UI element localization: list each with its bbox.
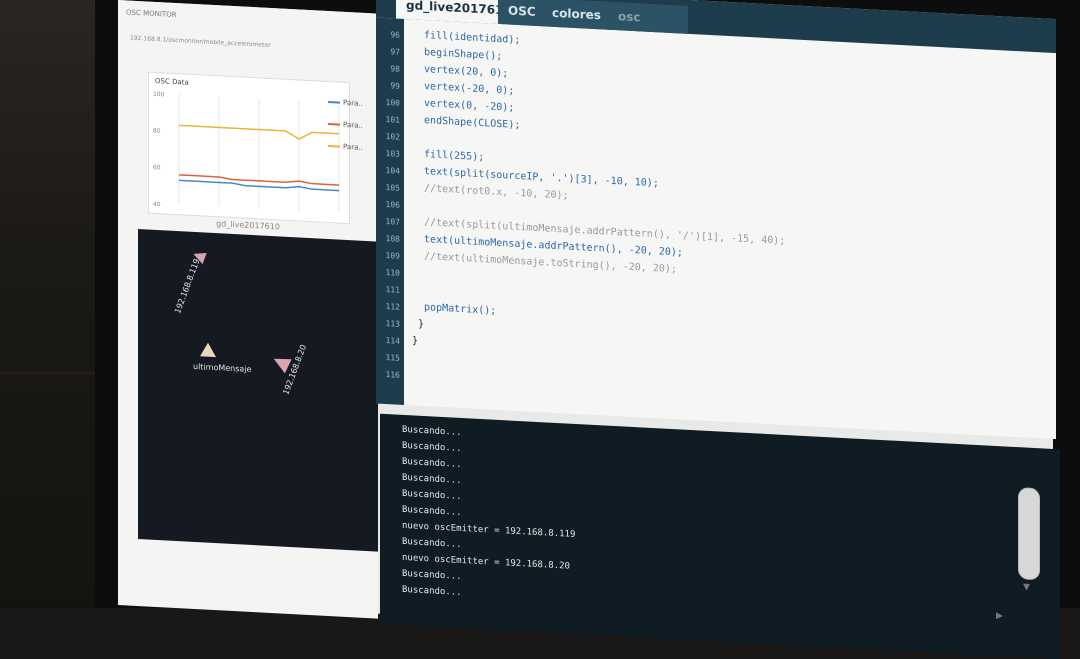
console-line: Buscando... [402,568,462,583]
y-tick-label: 80 [153,128,161,135]
line-number: 105 [385,183,400,193]
tab-osc-2[interactable]: osc [608,1,688,34]
code-line: } [412,335,419,347]
line-number: 97 [390,47,400,57]
canvas-label: 192.168.8.119 [173,257,202,315]
console-line: nuevo oscEmitter = 192.168.8.119 [402,520,576,540]
line-number: 96 [390,30,400,40]
scroll-right-icon[interactable]: ▶ [996,611,1003,621]
console-line: Buscando... [402,456,462,471]
line-number: 108 [385,234,400,244]
legend-label: Para.. [343,120,363,130]
osc-chart: OSC Data 100 80 60 40 [148,71,350,225]
scroll-down-icon[interactable]: ▼ [1023,582,1030,592]
code-line: popMatrix(); [412,301,497,317]
console-line: Buscando... [402,424,462,439]
line-number: 115 [385,353,400,363]
code-line: fill(identidad); [412,29,521,47]
y-tick-label: 100 [153,91,165,99]
code-line: fill(255); [412,148,485,164]
code-line: beginShape(); [412,46,503,63]
app-title: OSC MONITOR [126,8,177,20]
console-line: Buscando... [402,440,462,455]
line-number: 110 [385,268,400,278]
code-line: vertex(20, 0); [412,63,509,80]
legend-item: Para.. [328,135,363,159]
browser-window: OSC MONITOR 192.168.8.1/oscmonitor/mobil… [118,0,378,619]
chart-plot: 100 80 60 40 [153,91,340,213]
legend-swatch [328,101,340,104]
tab-osc[interactable]: OSC [498,0,546,27]
legend-swatch [328,145,340,148]
code-line: //text(rot0.x, -10, 20); [412,182,569,202]
line-number-gutter: 96 97 98 99 100 101 102 103 104 105 106 107 108 109 11… [376,17,404,405]
line-number: 102 [385,132,400,142]
legend-item: Para.. [328,91,363,115]
legend-label: Para.. [343,142,363,152]
line-number: 116 [385,370,400,380]
triangle-marker [200,342,216,358]
code-line: vertex(0, -20); [412,97,515,114]
monitor-screen: OSC MONITOR 192.168.8.1/oscmonitor/mobil… [118,0,1060,659]
code-line: vertex(-20, 0); [412,80,515,97]
line-number: 104 [385,166,400,176]
y-tick-label: 40 [153,201,161,208]
line-number: 103 [385,149,400,159]
console-line: Buscando... [402,536,462,551]
console-line: nuevo oscEmitter = 192.168.8.20 [402,552,570,572]
processing-ide: gd_live2017610 OSC colores osc 96 97 98 99 1… [376,0,1056,440]
console-line: Buscando... [402,488,462,503]
legend-swatch [328,123,340,126]
scrollbar[interactable] [1018,487,1040,581]
console-line: Buscando... [402,504,462,519]
line-number: 112 [385,302,400,312]
line-number: 109 [385,251,400,261]
console-output: Buscando... Buscando... Buscando... Buscand… [380,413,1060,659]
code-line: endShape(CLOSE); [412,114,521,132]
legend-item: Para.. [328,113,363,137]
chart-legend: Para.. Para.. Para.. [328,91,363,159]
line-number: 100 [385,98,400,108]
line-number: 114 [385,336,400,346]
y-tick-label: 60 [153,164,161,171]
code-line: } [412,318,425,331]
console-line: Buscando... [402,472,462,487]
line-number: 101 [385,115,400,125]
line-number: 111 [385,285,400,295]
tab-colores[interactable]: colores [542,0,611,30]
address-bar[interactable]: 192.168.8.1/oscmonitor/mobile_accelerome… [130,35,370,55]
legend-label: Para.. [343,98,363,108]
line-number: 113 [385,319,400,329]
console-line: Buscando... [402,584,462,599]
line-number: 106 [385,200,400,210]
line-number: 99 [390,81,400,91]
sketch-canvas: 192.168.8.119 ultimoMensaje 192.168.8.20 [138,229,378,552]
canvas-label: ultimoMensaje [193,361,252,374]
line-number: 98 [390,64,400,74]
line-number: 107 [385,217,400,227]
